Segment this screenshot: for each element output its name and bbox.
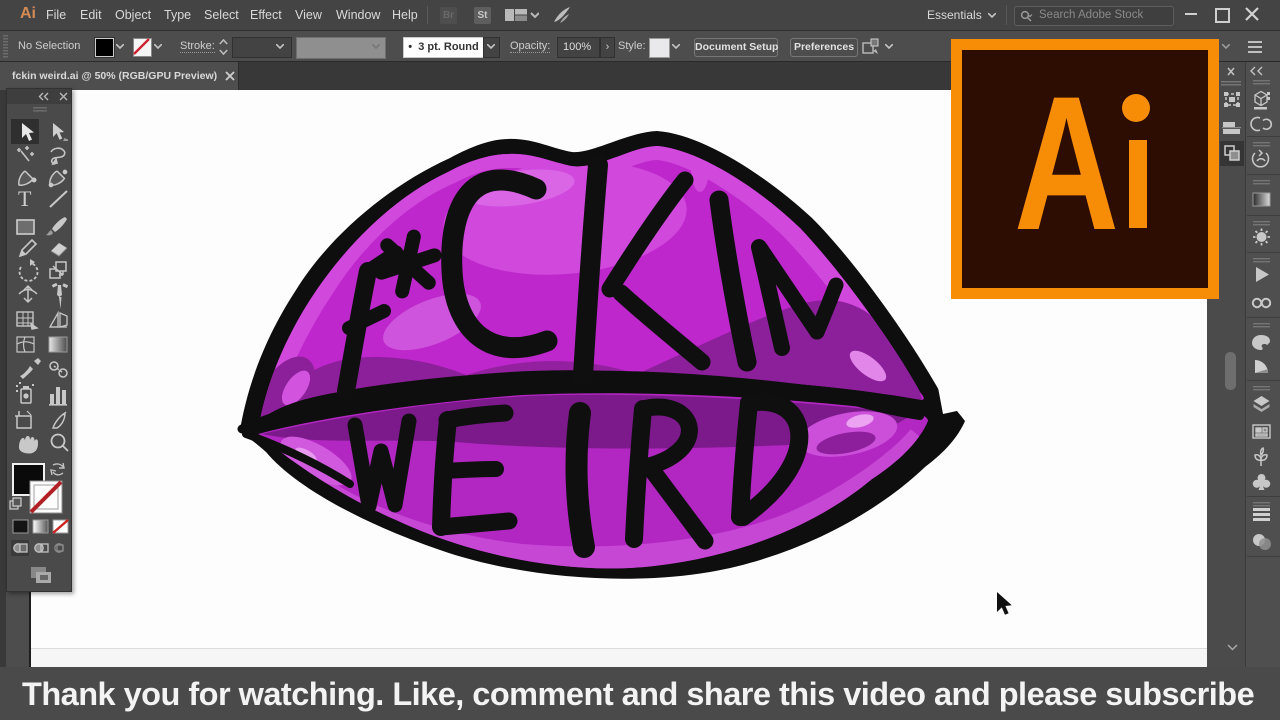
svg-text:T: T xyxy=(18,186,32,211)
